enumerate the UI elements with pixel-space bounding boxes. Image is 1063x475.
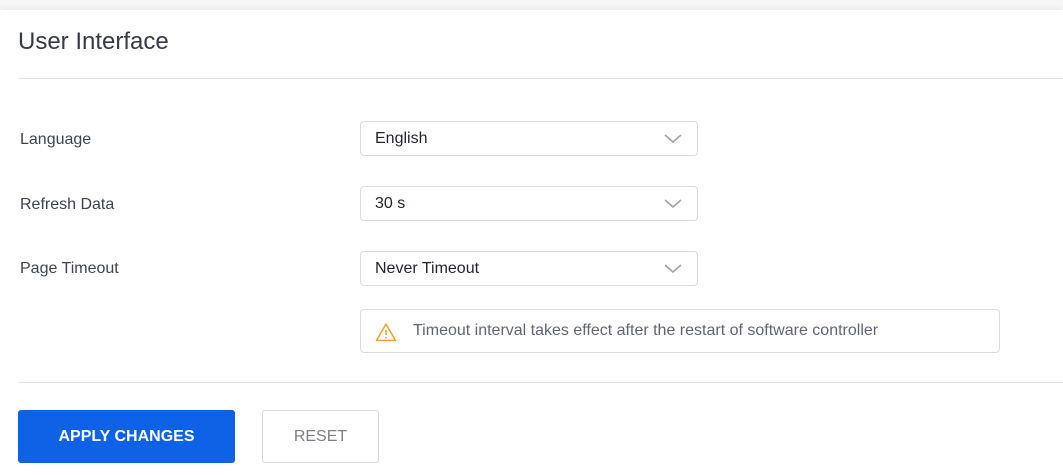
language-label: Language bbox=[20, 131, 92, 148]
title-divider bbox=[18, 78, 1063, 79]
language-select-value: English bbox=[375, 130, 428, 147]
apply-changes-button[interactable]: APPLY CHANGES bbox=[18, 410, 235, 463]
page-title: User Interface bbox=[18, 28, 169, 55]
refresh-data-select[interactable]: 30 s bbox=[360, 186, 698, 221]
language-select[interactable]: English bbox=[360, 121, 698, 156]
chevron-down-icon bbox=[664, 264, 682, 273]
refresh-data-select-value: 30 s bbox=[375, 195, 406, 212]
timeout-notice: Timeout interval takes effect after the … bbox=[360, 309, 1000, 353]
notice-text: Timeout interval takes effect after the … bbox=[413, 322, 879, 339]
page-timeout-select-value: Never Timeout bbox=[375, 260, 480, 277]
user-interface-panel: User Interface Language English Refresh … bbox=[0, 10, 1063, 475]
refresh-data-label: Refresh Data bbox=[20, 196, 115, 213]
chevron-down-icon bbox=[664, 134, 682, 143]
page-timeout-select[interactable]: Never Timeout bbox=[360, 251, 698, 286]
warning-triangle-icon bbox=[375, 323, 397, 342]
chevron-down-icon bbox=[664, 199, 682, 208]
reset-button[interactable]: RESET bbox=[262, 410, 379, 463]
page-timeout-label: Page Timeout bbox=[20, 260, 119, 277]
actions-divider bbox=[18, 382, 1063, 383]
